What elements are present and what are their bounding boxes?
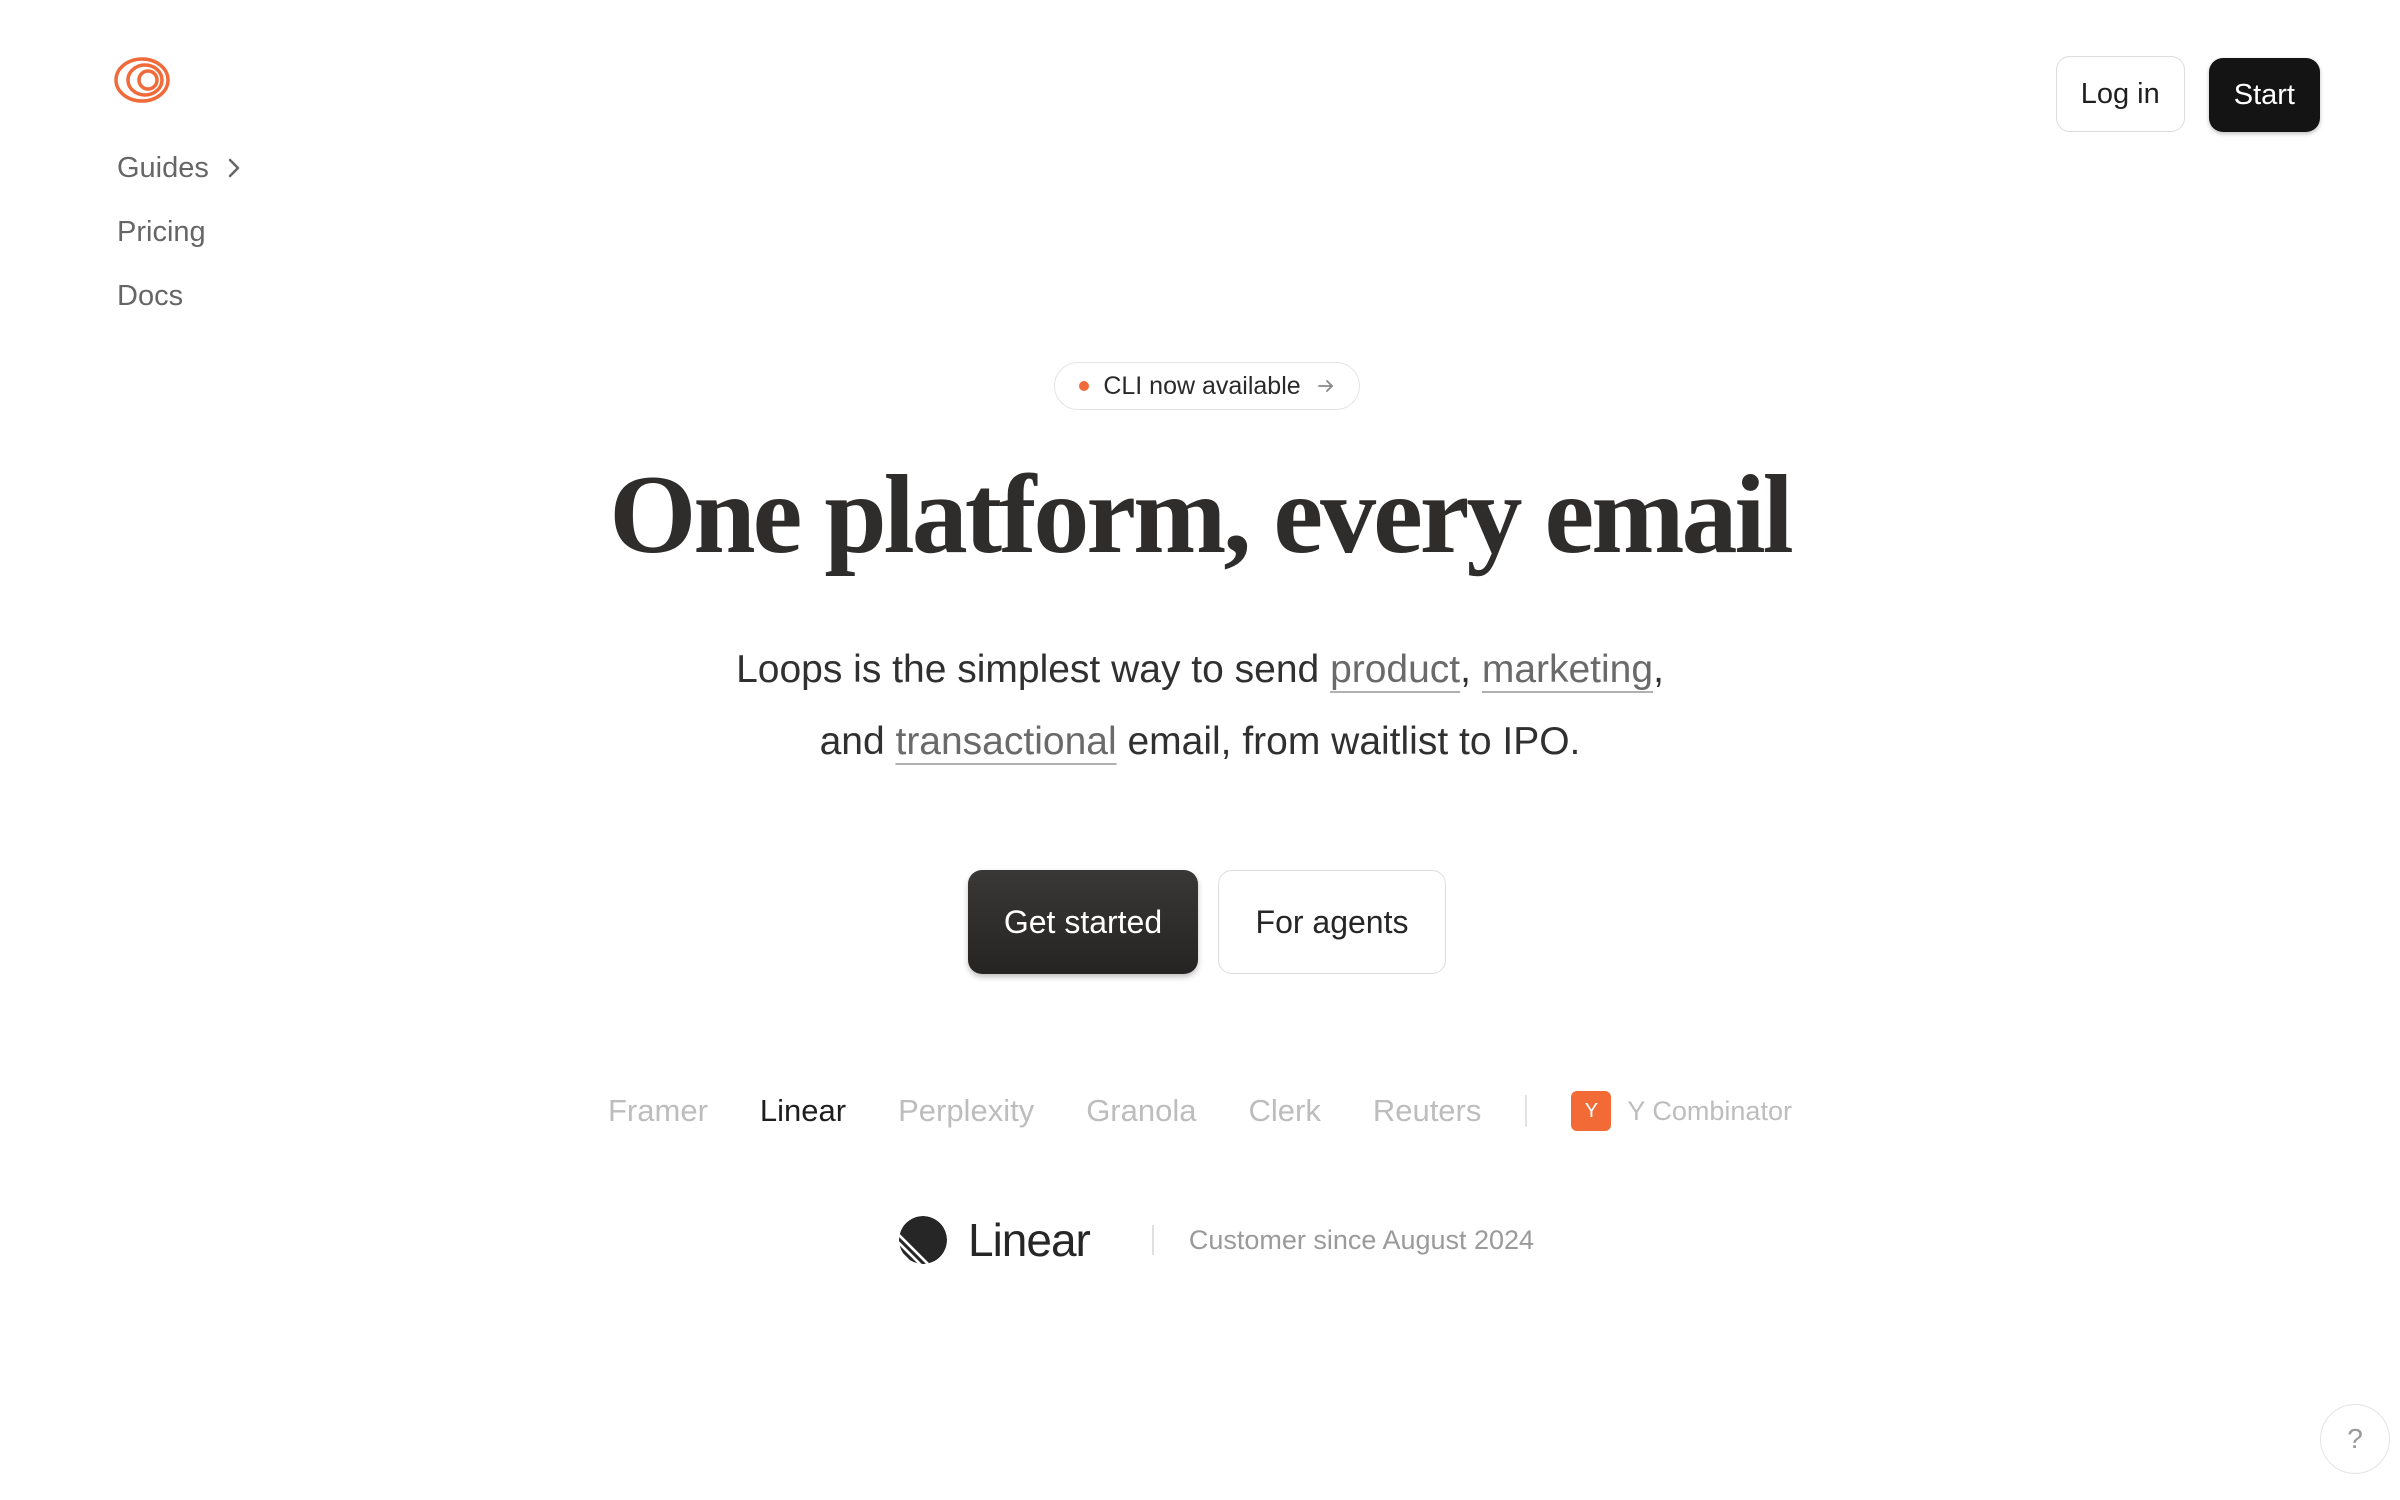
subtitle-line-1: Loops is the simplest way to send produc… bbox=[0, 634, 2400, 706]
featured-customer-name: Linear bbox=[968, 1214, 1091, 1266]
for-agents-button[interactable]: For agents bbox=[1218, 870, 1446, 974]
divider bbox=[1525, 1095, 1528, 1127]
yc-label: Y Combinator bbox=[1627, 1095, 1792, 1126]
nav-item-guides[interactable]: Guides bbox=[117, 148, 241, 188]
subtitle-text: and bbox=[819, 720, 896, 763]
subtitle-text: Loops is the simplest way to send bbox=[736, 648, 1331, 691]
subtitle-text: email, from waitlist to IPO. bbox=[1116, 720, 1581, 763]
customer-logo-linear[interactable]: Linear bbox=[760, 1093, 846, 1129]
divider bbox=[1151, 1225, 1154, 1255]
marketing-link[interactable]: marketing bbox=[1482, 648, 1653, 691]
customer-since: Customer since August 2024 bbox=[1188, 1224, 1535, 1255]
subtitle-text: , bbox=[1653, 648, 1664, 691]
announcement-text: CLI now available bbox=[1103, 371, 1301, 400]
cta-group: Get started For agents bbox=[968, 870, 1446, 974]
page: Guides Pricing Docs Log in Start CLI now… bbox=[0, 0, 2400, 1500]
customer-logo-granola[interactable]: Granola bbox=[1086, 1093, 1196, 1129]
customer-logo-clerk[interactable]: Clerk bbox=[1248, 1093, 1320, 1129]
customer-logo-reuters[interactable]: Reuters bbox=[1373, 1093, 1482, 1129]
start-button[interactable]: Start bbox=[2208, 58, 2320, 132]
featured-customer: Linear Customer since August 2024 bbox=[898, 1212, 1534, 1268]
product-link[interactable]: product bbox=[1330, 648, 1460, 691]
arrow-right-icon bbox=[1317, 380, 1333, 392]
nav-item-pricing[interactable]: Pricing bbox=[117, 212, 241, 252]
get-started-button[interactable]: Get started bbox=[968, 870, 1198, 974]
hero-subtitle: Loops is the simplest way to send produc… bbox=[0, 634, 2400, 778]
nav-item-docs[interactable]: Docs bbox=[117, 276, 241, 316]
help-button[interactable]: ? bbox=[2320, 1404, 2390, 1474]
nav-item-label: Docs bbox=[117, 279, 184, 312]
subtitle-text: , bbox=[1460, 648, 1482, 691]
loops-rings-icon[interactable] bbox=[113, 56, 171, 104]
side-nav: Guides Pricing Docs bbox=[117, 148, 241, 340]
transactional-link[interactable]: transactional bbox=[895, 720, 1116, 763]
nav-item-label: Pricing bbox=[117, 215, 206, 248]
customer-logos: Framer Linear Perplexity Granola Clerk R… bbox=[608, 1088, 1792, 1134]
login-button[interactable]: Log in bbox=[2055, 56, 2185, 132]
status-dot bbox=[1079, 381, 1090, 391]
yc-badge-icon: Y bbox=[1571, 1091, 1612, 1131]
page-title: One platform, every email bbox=[609, 453, 1794, 577]
announcement-pill[interactable]: CLI now available bbox=[1054, 362, 1360, 410]
customer-logo-framer[interactable]: Framer bbox=[608, 1093, 708, 1129]
linear-logo-icon bbox=[899, 1216, 947, 1264]
customer-logo-perplexity[interactable]: Perplexity bbox=[898, 1093, 1034, 1129]
yc-backed: Y Y Combinator bbox=[1571, 1091, 1792, 1131]
nav-item-label: Guides bbox=[117, 151, 209, 184]
header-actions: Log in Start bbox=[2055, 56, 2320, 132]
subtitle-line-2: and transactional email, from waitlist t… bbox=[0, 706, 2400, 778]
chevron-right-icon bbox=[228, 158, 240, 178]
